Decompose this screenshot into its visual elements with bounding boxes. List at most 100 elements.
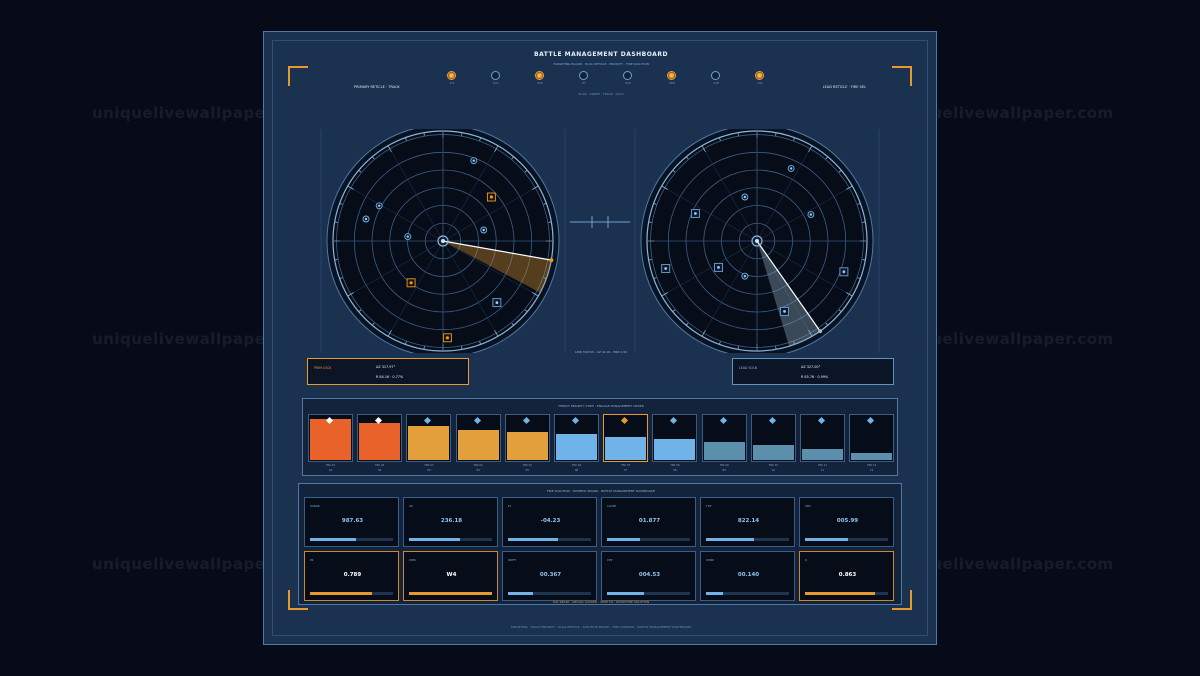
radar-center-dot <box>755 239 759 243</box>
priority-track-cell[interactable] <box>554 414 599 462</box>
lead-lock-range: R 85.76 · 0.99% <box>801 375 829 379</box>
status-dot-label: WPN <box>669 82 675 85</box>
status-dot-icon[interactable] <box>535 71 544 80</box>
fire-solution-card[interactable]: WIND 00.140 <box>700 551 795 601</box>
card-level-track <box>607 538 690 541</box>
card-value: W4 <box>446 572 457 578</box>
corner-bracket-tl <box>288 66 308 86</box>
priority-track-cell[interactable] <box>750 414 796 462</box>
fire-solution-card[interactable]: DRIFT 00.367 <box>502 551 597 601</box>
fire-solution-card[interactable]: TOF 822.14 <box>700 497 795 547</box>
track-diamond-icon <box>571 416 580 425</box>
card-value: 00.367 <box>539 572 562 578</box>
threat-priority-strip: THREAT PRIORITY STRIP · ENGAGE MANAGEMEN… <box>302 398 898 476</box>
status-dot-icon[interactable] <box>447 71 456 80</box>
fire-solution-card[interactable]: WPN W4 <box>403 551 498 601</box>
status-dot-icon[interactable] <box>491 71 500 80</box>
status-dot-icon[interactable] <box>667 71 676 80</box>
primary-lock-key: PRIM LOCK <box>314 366 332 370</box>
track-sub-label: 12 <box>870 469 874 472</box>
card-key: CEP <box>607 558 613 562</box>
priority-track-cell[interactable] <box>504 414 550 462</box>
card-value: 004.53 <box>638 572 661 578</box>
priority-track-cell[interactable] <box>603 414 649 462</box>
priority-track-cell[interactable] <box>652 414 698 462</box>
radar-tick <box>648 259 652 261</box>
dashboard-panel: BATTLE MANAGEMENT DASHBOARD TARGETING BO… <box>263 31 937 645</box>
status-dot-icon[interactable] <box>579 71 588 80</box>
priority-track-cell[interactable] <box>849 414 895 462</box>
track-label: TRK 12 <box>867 464 877 467</box>
link-readout: LINK STATUS · AZ 41.00 · ERR 0.99 <box>574 350 628 354</box>
primary-radar-scope[interactable]: 000180 <box>318 129 568 353</box>
target-marker-core <box>406 235 409 238</box>
priority-track-cell[interactable] <box>701 414 747 462</box>
track-label: TRK 01 <box>325 464 336 467</box>
target-marker-core <box>482 228 485 232</box>
card-level-track <box>706 538 789 541</box>
card-level-fill <box>508 538 558 541</box>
lead-radar-scope[interactable]: 000180 <box>632 129 882 353</box>
page-subtitle: TARGETING BOARD · DUAL RETICLE · PRIORIT… <box>553 62 649 66</box>
priority-level-fill <box>310 419 351 460</box>
card-level-fill <box>508 592 533 595</box>
priority-track-cell[interactable] <box>406 414 452 462</box>
track-label: TRK 06 <box>571 464 582 467</box>
track-label: TRK 04 <box>473 464 483 467</box>
fire-solution-card[interactable]: EL -04.23 <box>502 497 597 547</box>
target-marker-core <box>664 267 668 270</box>
target-marker-core <box>409 281 413 285</box>
fire-solution-card[interactable]: SPD 005.99 <box>799 497 894 547</box>
track-sub-label: 04 <box>476 469 480 472</box>
status-dot-icon[interactable] <box>755 71 764 80</box>
fire-solution-card[interactable]: AZ 236.18 <box>403 497 498 547</box>
fire-solution-card[interactable]: CLOSE 01.877 <box>601 497 696 547</box>
priority-level-fill <box>359 422 401 460</box>
status-dot-icon[interactable] <box>623 71 632 80</box>
card-value: 236.18 <box>440 518 463 524</box>
fire-solution-card[interactable]: Q 0.863 <box>799 551 894 601</box>
dashboard-footer: TARGETING · TRACK PRIORITY · DUAL RETICL… <box>510 625 692 629</box>
target-marker-core <box>489 195 493 199</box>
radar-tick <box>862 259 866 261</box>
card-level-fill <box>310 592 373 595</box>
priority-track-cell[interactable] <box>308 414 353 462</box>
card-key: PK <box>310 558 314 562</box>
track-label: TRK 11 <box>817 464 828 467</box>
card-level-fill <box>706 592 723 595</box>
card-value: 01.877 <box>638 518 661 524</box>
card-key: CLOSE <box>607 504 617 508</box>
priority-track-cell[interactable] <box>357 414 403 462</box>
status-dot-label: LNK <box>757 82 763 85</box>
page-title: BATTLE MANAGEMENT DASHBOARD <box>534 51 668 58</box>
fire-solution-card[interactable]: PK 0.789 <box>304 551 399 601</box>
fire-solution-card[interactable]: CEP 004.53 <box>601 551 696 601</box>
card-key: WIND <box>706 558 714 562</box>
card-key: WPN <box>409 558 416 562</box>
track-diamond-icon <box>424 416 432 425</box>
priority-track-cell[interactable] <box>455 414 501 462</box>
track-label: TRK 10 <box>768 464 778 467</box>
radar-tick <box>775 346 777 350</box>
track-sub-label: 09 <box>722 469 726 472</box>
target-marker-core <box>445 336 449 340</box>
priority-track-cell[interactable] <box>800 414 845 462</box>
card-level-track <box>310 592 393 595</box>
priority-level-fill <box>752 445 794 460</box>
fire-solution-card[interactable]: RANGE 987.63 <box>304 497 399 547</box>
radar-tick <box>648 221 652 223</box>
priority-level-fill <box>408 425 450 460</box>
card-level-fill <box>706 538 755 541</box>
lead-lock-panel: LEAD SOLN AZ 327.00° R 85.76 · 0.99% <box>732 358 894 385</box>
track-label: TRK 02 <box>375 464 385 467</box>
priority-strip-title: THREAT PRIORITY STRIP · ENGAGE MANAGEMEN… <box>558 404 644 408</box>
card-level-fill <box>310 538 356 541</box>
status-dot-icon[interactable] <box>711 71 720 80</box>
radar-tick <box>775 132 777 136</box>
card-level-track <box>409 538 492 541</box>
primary-lock-azimuth: AZ 317.97° <box>376 365 396 369</box>
radar-link <box>570 216 630 228</box>
radar-tick <box>737 132 739 136</box>
card-level-track <box>607 592 690 595</box>
lead-reticle-label: LEAD RETICLE · FIRE SEL <box>822 85 866 89</box>
